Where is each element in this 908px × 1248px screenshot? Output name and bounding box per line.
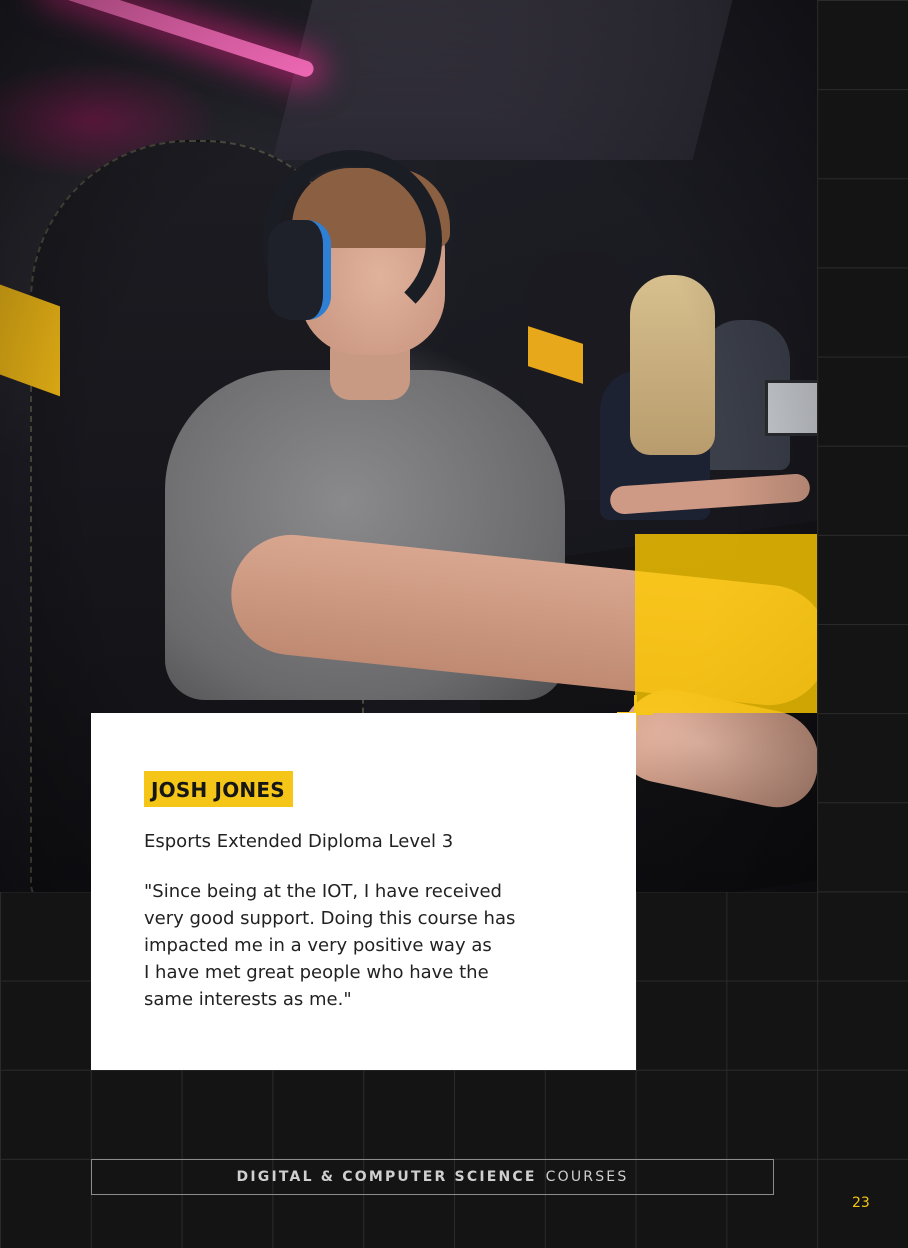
testimonial-card: JOSH JONES Esports Extended Diploma Leve… <box>91 713 636 1070</box>
footer-banner: DIGITAL & COMPUTER SCIENCE COURSES <box>91 1159 774 1195</box>
footer-bold-text: DIGITAL & COMPUTER SCIENCE <box>236 1169 537 1185</box>
testimonial-quote: "Since being at the IOT, I have received… <box>144 881 516 1010</box>
footer-light-text: COURSES <box>545 1169 629 1185</box>
yellow-accent-square <box>635 534 817 713</box>
page-number: 23 <box>852 1195 870 1211</box>
student-name: JOSH JONES <box>144 771 293 807</box>
course-title: Esports Extended Diploma Level 3 <box>144 831 454 852</box>
